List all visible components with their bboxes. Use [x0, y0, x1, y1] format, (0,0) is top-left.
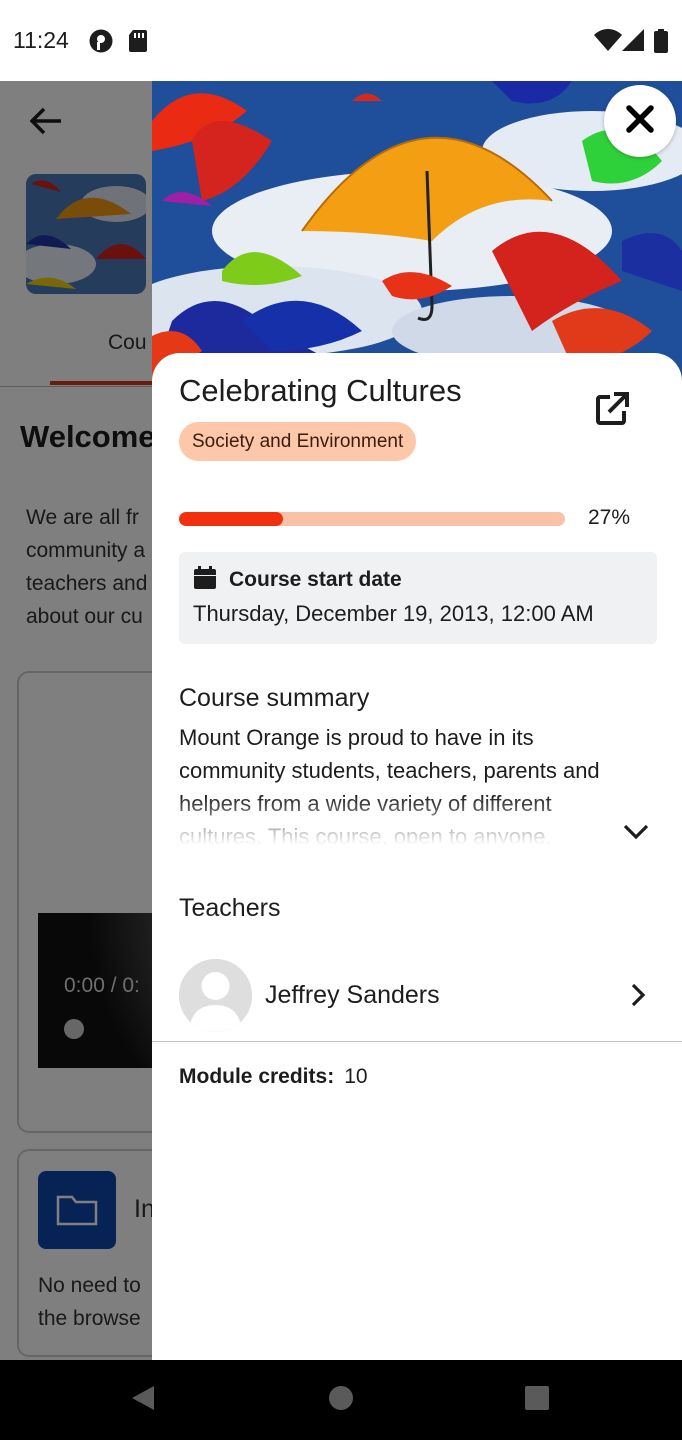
category-badge: Society and Environment: [179, 422, 417, 461]
summary-heading: Course summary: [179, 684, 370, 712]
start-date-label: Course start date: [229, 568, 402, 591]
system-navigation-bar: [0, 1360, 682, 1440]
summary-text: Mount Orange is proud to have in its com…: [179, 725, 600, 845]
course-start-date-box: Course start date Thursday, December 19,…: [179, 552, 657, 644]
status-time: 11:24: [13, 27, 69, 53]
wifi-icon: [594, 29, 622, 56]
module-credits: Module credits: 10: [179, 1065, 368, 1089]
signal-icon: [622, 29, 644, 56]
course-progress-bar: [179, 512, 565, 526]
calendar-icon: [193, 566, 217, 595]
teacher-avatar: [179, 959, 252, 1032]
expand-summary-chevron-icon[interactable]: [622, 823, 650, 846]
status-bar: 11:24: [0, 0, 682, 81]
nav-back-icon: [130, 1384, 156, 1417]
module-credits-label: Module credits:: [179, 1065, 335, 1088]
nav-recents-icon: [524, 1385, 550, 1416]
close-button[interactable]: [604, 85, 676, 157]
course-progress-text: 27%: [588, 506, 631, 529]
course-progress-fill: [179, 512, 284, 526]
open-external-icon[interactable]: [592, 389, 632, 434]
chevron-right-icon: [630, 983, 646, 1012]
nav-recents-button[interactable]: [512, 1360, 562, 1440]
battery-icon: [654, 29, 668, 58]
course-summary-panel: Celebrating Cultures Society and Environ…: [152, 81, 682, 1360]
course-hero-image: [152, 81, 682, 381]
module-credits-value: 10: [344, 1065, 368, 1088]
teachers-heading: Teachers: [179, 894, 281, 922]
course-details-sheet: Celebrating Cultures Society and Environ…: [152, 353, 682, 1360]
close-icon: [625, 104, 655, 139]
nav-home-button[interactable]: [316, 1360, 366, 1440]
teacher-name: Jeffrey Sanders: [265, 981, 440, 1009]
teacher-item[interactable]: Jeffrey Sanders: [152, 953, 682, 1041]
nav-home-icon: [328, 1385, 354, 1416]
start-date-value: Thursday, December 19, 2013, 12:00 AM: [193, 601, 594, 626]
credits-divider: [152, 1041, 682, 1042]
privacy-indicator-icon: [88, 29, 115, 58]
sd-card-icon: [128, 29, 148, 58]
course-title: Celebrating Cultures: [179, 373, 462, 408]
nav-back-button[interactable]: [118, 1360, 168, 1440]
